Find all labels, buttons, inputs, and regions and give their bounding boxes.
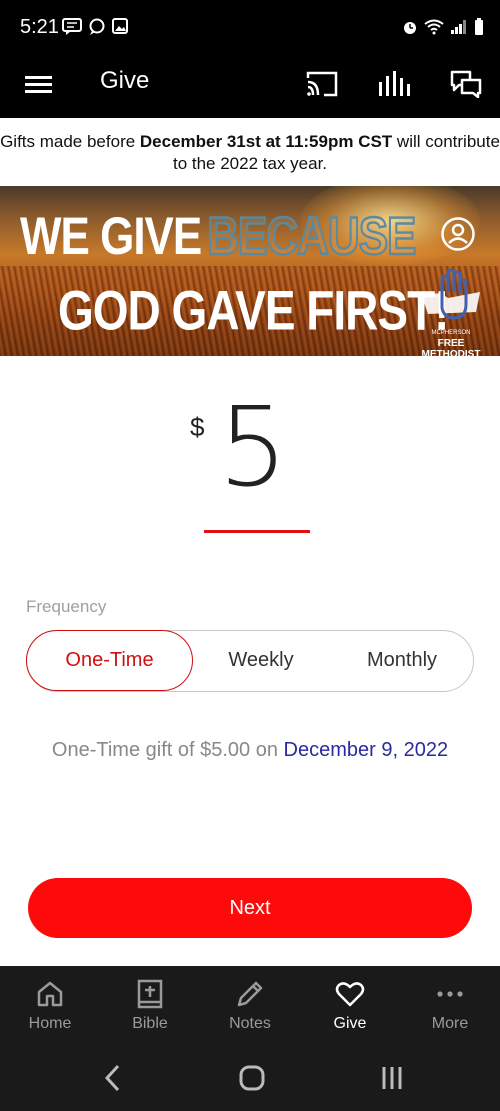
image-icon — [112, 18, 128, 34]
equalizer-icon — [379, 71, 410, 96]
amount-underline — [204, 530, 310, 533]
home-circle-icon — [239, 1065, 265, 1091]
nav-item-bible[interactable]: Bible — [100, 966, 200, 1044]
raised-hand-icon — [422, 268, 480, 320]
message-icon — [62, 18, 82, 35]
gift-summary-text: One-Time gift of $5.00 on — [51, 739, 284, 761]
system-home-button[interactable] — [232, 1062, 272, 1094]
equalizer-button[interactable] — [376, 66, 412, 102]
battery-icon — [475, 18, 483, 35]
back-chevron-icon — [104, 1064, 120, 1092]
frequency-selector: One-Time Weekly Monthly — [26, 630, 474, 692]
banner-word-because: BECAUSE — [206, 206, 417, 267]
nav-label-give: Give — [333, 1015, 367, 1032]
next-button[interactable]: Next — [28, 878, 472, 938]
chat-button[interactable] — [448, 66, 484, 102]
home-icon — [37, 981, 63, 1007]
banner-word-we-give: WE GIVE — [20, 207, 202, 266]
status-left-icons — [62, 18, 128, 36]
profile-icon — [441, 217, 475, 251]
alarm-icon — [404, 22, 416, 34]
frequency-option-monthly[interactable]: Monthly — [331, 631, 473, 690]
nav-label-notes: Notes — [229, 1015, 271, 1032]
system-recents-button[interactable] — [372, 1062, 412, 1094]
more-dots-icon — [437, 991, 463, 997]
church-logo-name: FREE METHODIST — [421, 338, 481, 360]
menu-button[interactable] — [24, 70, 54, 100]
hamburger-menu-icon — [25, 76, 52, 93]
gift-summary: One-Time gift of $5.00 on December 9, 20… — [0, 739, 500, 762]
system-back-button[interactable] — [94, 1062, 134, 1094]
chat-icon — [450, 70, 482, 98]
bible-icon — [137, 979, 163, 1009]
notice-deadline: December 31st at 11:59pm CST — [139, 132, 393, 151]
frequency-option-one-time[interactable]: One-Time — [26, 630, 193, 691]
nav-item-give[interactable]: Give — [300, 966, 400, 1044]
frequency-label: Frequency — [26, 597, 107, 616]
nav-label-home: Home — [28, 1015, 72, 1032]
gift-date-link[interactable]: December 9, 2022 — [284, 739, 449, 761]
status-right-icons — [402, 18, 484, 36]
tax-notice: Gifts made before December 31st at 11:59… — [0, 118, 500, 186]
status-bar: 5:21 — [0, 0, 500, 56]
wifi-icon — [424, 19, 444, 35]
status-time: 5:21 — [20, 16, 59, 38]
amount-display[interactable]: $ 5 — [0, 392, 500, 540]
nav-label-bible: Bible — [132, 1015, 168, 1032]
banner-headline-1: WE GIVE BECAUSE — [20, 206, 417, 267]
page-title: Give — [100, 67, 150, 94]
pencil-icon — [237, 981, 263, 1007]
nav-item-home[interactable]: Home — [0, 966, 100, 1044]
chat-bubble-icon — [89, 18, 105, 35]
banner-headline-2: GOD GAVE FIRST! — [58, 279, 449, 342]
heart-icon — [335, 982, 365, 1007]
cast-icon — [306, 71, 338, 97]
cast-button[interactable] — [304, 66, 340, 102]
system-navigation-bar — [0, 1044, 500, 1111]
currency-symbol: $ — [190, 412, 205, 442]
frequency-option-weekly[interactable]: Weekly — [191, 631, 331, 690]
app-bar: Give — [0, 56, 500, 118]
notice-text-1: Gifts made before — [0, 132, 140, 151]
church-logo-subtitle: MCPHERSON — [431, 330, 471, 336]
bottom-navigation: Home Bible Notes Give More — [0, 966, 500, 1044]
nav-item-more[interactable]: More — [400, 966, 500, 1044]
nav-label-more: More — [431, 1015, 469, 1032]
signal-icon — [451, 20, 466, 34]
profile-button[interactable] — [440, 216, 476, 252]
amount-value[interactable]: 5 — [218, 392, 288, 502]
nav-item-notes[interactable]: Notes — [200, 966, 300, 1044]
recents-icon — [382, 1067, 402, 1089]
